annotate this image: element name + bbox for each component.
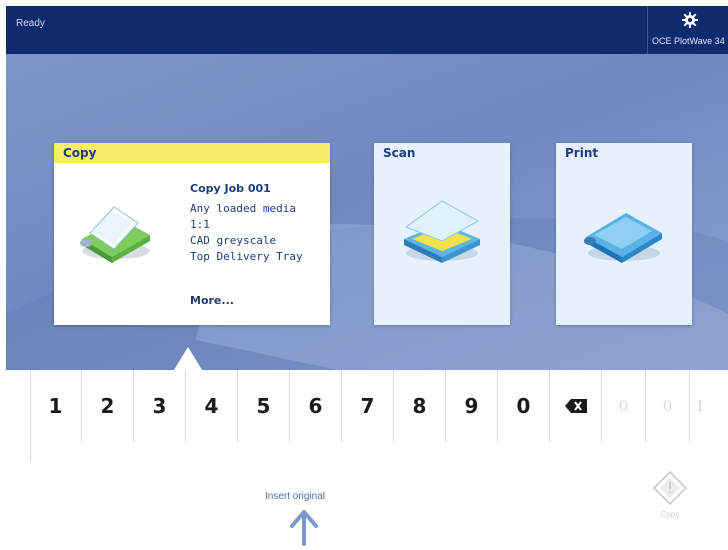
backspace-icon xyxy=(564,399,587,413)
key-5[interactable]: 5 xyxy=(238,370,290,442)
copy-icon xyxy=(74,201,154,271)
copy-setting-scale: 1:1 xyxy=(190,218,210,231)
copy-count-digit: 1 xyxy=(695,397,705,415)
key-8[interactable]: 8 xyxy=(394,370,446,442)
copy-tile-title: Copy xyxy=(54,143,330,163)
copy-setting-media: Any loaded media xyxy=(190,202,296,215)
copy-job-title: Copy Job 001 xyxy=(190,182,271,195)
status-text: Ready xyxy=(16,18,45,29)
arrow-up-icon xyxy=(288,508,320,550)
insert-original-hint: Insert original xyxy=(265,491,326,502)
key-7[interactable]: 7 xyxy=(342,370,394,442)
backspace-key[interactable] xyxy=(550,370,602,442)
more-link[interactable]: More... xyxy=(190,294,234,307)
scan-tile[interactable]: Scan xyxy=(374,143,510,325)
start-copy-button[interactable]: Copy xyxy=(650,470,690,519)
copy-job-summary: Copy Job 001 Any loaded media 1:1 CAD gr… xyxy=(190,181,303,265)
gear-icon xyxy=(682,12,698,32)
device-name: OCE PlotWave 34 xyxy=(652,36,725,46)
copy-setting-delivery: Top Delivery Tray xyxy=(190,250,303,263)
start-label: Copy xyxy=(660,510,680,519)
copy-count-digit: 0 xyxy=(602,370,646,442)
copy-tile[interactable]: Copy Copy Job 001 Any loaded media 1:1 C… xyxy=(54,143,330,325)
settings-button[interactable]: OCE PlotWave 34 xyxy=(647,6,728,54)
key-9[interactable]: 9 xyxy=(446,370,498,442)
scan-tile-title: Scan xyxy=(383,146,416,160)
print-tile-title: Print xyxy=(565,146,599,160)
key-1[interactable]: 1 xyxy=(30,370,82,442)
key-0[interactable]: 0 xyxy=(498,370,550,442)
key-4[interactable]: 4 xyxy=(186,370,238,442)
copy-count-digit: 0 xyxy=(646,370,690,442)
key-3[interactable]: 3 xyxy=(134,370,186,442)
print-icon xyxy=(580,197,666,271)
key-2[interactable]: 2 xyxy=(82,370,134,442)
key-6[interactable]: 6 xyxy=(290,370,342,442)
selection-pointer xyxy=(174,347,202,370)
hero-panel: Copy Copy Job 001 Any loaded media 1:1 C… xyxy=(6,54,728,370)
print-tile[interactable]: Print xyxy=(556,143,692,325)
status-bar: Ready OCE PlotWave 34 xyxy=(6,6,728,54)
scan-icon xyxy=(398,197,484,271)
copy-setting-mode: CAD greyscale xyxy=(190,234,277,247)
numeric-keypad: 1 2 3 4 5 6 7 8 9 0 0 0 1 xyxy=(30,370,710,462)
